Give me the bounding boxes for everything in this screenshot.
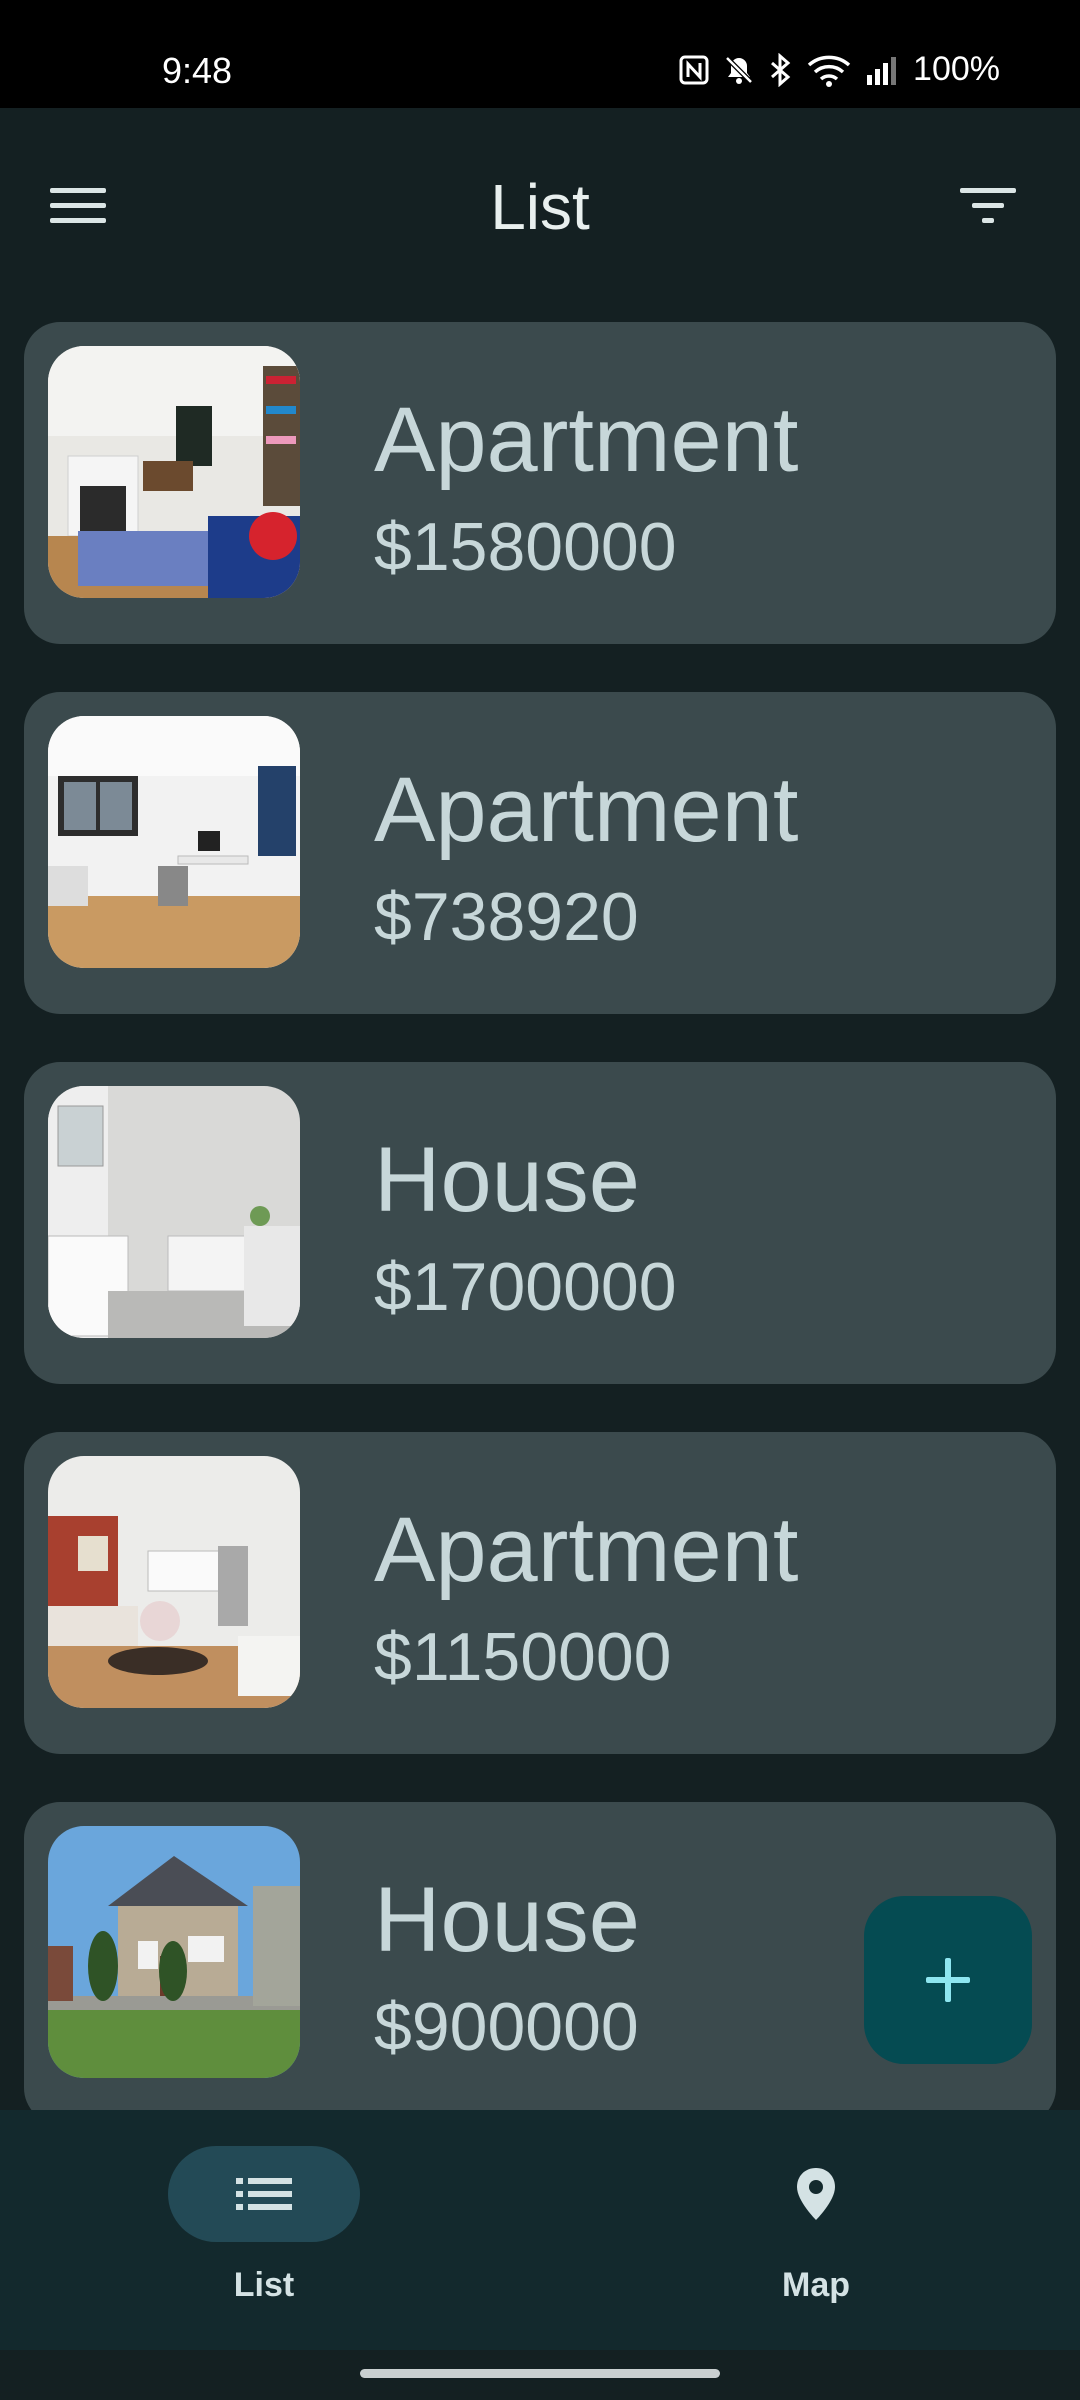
filter-icon: [960, 188, 1016, 223]
nav-item-list[interactable]: List: [114, 2146, 414, 2326]
wifi-icon: [807, 55, 851, 87]
listing-card[interactable]: Apartment $738920: [24, 692, 1056, 1014]
add-listing-button[interactable]: [864, 1896, 1032, 2064]
listing-price: $1580000: [374, 509, 677, 585]
listing-price: $1700000: [374, 1249, 677, 1325]
home-indicator[interactable]: [360, 2369, 720, 2378]
bluetooth-icon: [771, 52, 791, 87]
nav-indicator: [168, 2146, 360, 2242]
battery-text: 100%: [913, 50, 1000, 88]
listing-type: House: [374, 1869, 640, 1971]
listing-price: $1150000: [374, 1619, 672, 1695]
status-icons: 100%: [679, 50, 1000, 89]
signal-icon: [867, 56, 897, 85]
mute-icon: [725, 55, 753, 84]
status-time: 9:48: [162, 50, 233, 91]
listing-type: Apartment: [374, 1499, 799, 1601]
nav-label: Map: [782, 2266, 850, 2304]
nav-label: List: [233, 2266, 295, 2304]
listing-type: House: [374, 1129, 640, 1231]
status-bar: 9:48 100%: [0, 0, 1080, 108]
bottom-navigation: List Map: [0, 2110, 1080, 2350]
plus-icon: [926, 1958, 970, 2002]
filter-button[interactable]: [960, 178, 1030, 238]
listing-photo: [48, 1826, 300, 2078]
listing-card[interactable]: House $1700000: [24, 1062, 1056, 1384]
listing-card[interactable]: Apartment $1150000: [24, 1432, 1056, 1754]
listing-price: $900000: [374, 1989, 639, 2065]
listing-photo: [48, 716, 300, 968]
listing-type: Apartment: [374, 389, 799, 491]
nfc-icon: [679, 55, 709, 84]
listing-type: Apartment: [374, 759, 799, 861]
listing-photo: [48, 346, 300, 598]
listing-card[interactable]: Apartment $1580000: [24, 322, 1056, 644]
nav-indicator: [720, 2146, 912, 2242]
top-app-bar: List: [0, 108, 1080, 298]
page-title: List: [490, 171, 590, 243]
listing-photo: [48, 1456, 300, 1708]
listing-list[interactable]: Apartment $1580000 Apartment $738920 Hou…: [0, 322, 1080, 2110]
listing-price: $738920: [374, 879, 639, 955]
nav-item-map[interactable]: Map: [666, 2146, 966, 2326]
list-icon: [236, 2178, 292, 2210]
map-pin-icon: [797, 2168, 835, 2220]
listing-photo: [48, 1086, 300, 1338]
